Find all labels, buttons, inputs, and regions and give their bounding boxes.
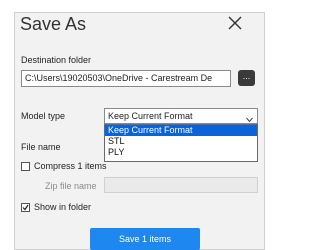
destination-field[interactable]: C:\Users\19020503\OneDrive - Carestream …: [21, 70, 231, 87]
show-in-folder-label: Show in folder: [34, 202, 92, 212]
destination-label: Destination folder: [21, 55, 92, 65]
file-name-label: File name: [21, 142, 61, 152]
model-type-select[interactable]: Keep Current Format: [104, 108, 258, 124]
compress-label: Compress 1 items: [34, 161, 107, 171]
model-type-label: Model type: [21, 111, 66, 121]
model-type-selected-value: Keep Current Format: [108, 111, 193, 121]
page: Save As Destination folder C:\Users\1902…: [0, 0, 271, 250]
compress-checkbox[interactable]: [21, 162, 30, 171]
model-type-dropdown: Keep Current Format STL PLY: [104, 124, 258, 162]
save-button[interactable]: Save 1 items: [90, 228, 200, 250]
dialog-title: Save As: [20, 14, 87, 34]
option-stl[interactable]: STL: [105, 136, 257, 147]
option-ply[interactable]: PLY: [105, 147, 257, 158]
browse-button[interactable]: ...: [238, 70, 255, 86]
option-keep-current-format[interactable]: Keep Current Format: [105, 125, 257, 136]
close-icon[interactable]: [226, 14, 244, 32]
zip-file-name-field[interactable]: [104, 177, 258, 193]
show-in-folder-checkbox[interactable]: [21, 203, 30, 212]
zip-file-name-label: Zip file name: [45, 181, 97, 191]
chevron-down-icon: [246, 113, 253, 123]
